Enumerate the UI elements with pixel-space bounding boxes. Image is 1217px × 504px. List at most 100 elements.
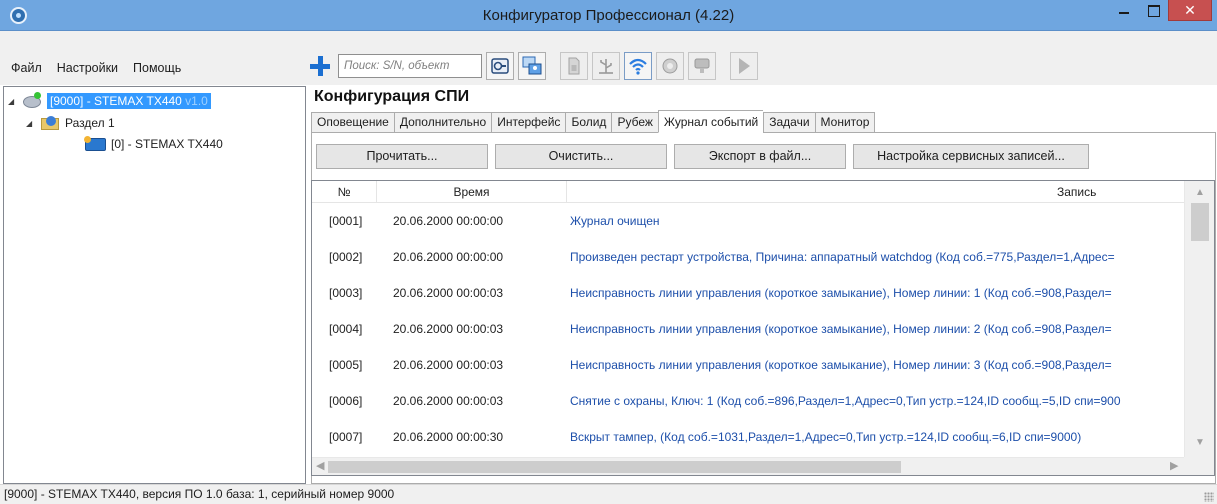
menu-bar: Файл Настройки Помощь bbox=[8, 59, 184, 77]
connect-users-icon bbox=[522, 56, 542, 75]
status-text: [9000] - STEMAX TX440, версия ПО 1.0 баз… bbox=[4, 487, 395, 501]
menu-help[interactable]: Помощь bbox=[130, 59, 184, 77]
run-button[interactable] bbox=[730, 52, 758, 80]
table-row[interactable]: [0001] 20.06.2000 00:00:00 Журнал очищен bbox=[312, 203, 1184, 239]
cell-time: 20.06.2000 00:00:30 bbox=[393, 430, 504, 444]
cell-number: [0006] bbox=[329, 394, 363, 408]
play-icon bbox=[739, 58, 750, 74]
tree-item-label: Раздел 1 bbox=[65, 116, 115, 130]
read-button[interactable]: Прочитать... bbox=[316, 144, 488, 169]
tab-monitor[interactable]: Монитор bbox=[814, 112, 876, 133]
table-body: [0001] 20.06.2000 00:00:00 Журнал очищен… bbox=[312, 203, 1184, 455]
close-icon: ✕ bbox=[1184, 2, 1196, 18]
wifi-button[interactable] bbox=[624, 52, 652, 80]
menu-toolbar-area: Файл Настройки Помощь bbox=[0, 31, 1217, 85]
cell-record: Снятие с охраны, Ключ: 1 (Код соб.=896,Р… bbox=[570, 394, 1121, 408]
column-number[interactable]: № bbox=[312, 181, 377, 203]
search-input[interactable] bbox=[338, 54, 482, 78]
horizontal-scroll-thumb[interactable] bbox=[328, 461, 901, 473]
tab-notification[interactable]: Оповещение bbox=[311, 112, 394, 133]
tab-bolid[interactable]: Болид bbox=[565, 112, 612, 133]
connect-users-button[interactable] bbox=[518, 52, 546, 80]
cell-time: 20.06.2000 00:00:03 bbox=[393, 322, 504, 336]
scroll-down-icon[interactable]: ▼ bbox=[1195, 437, 1205, 448]
vertical-scroll-thumb[interactable] bbox=[1191, 203, 1209, 241]
cell-time: 20.06.2000 00:00:03 bbox=[393, 286, 504, 300]
table-row[interactable]: [0006] 20.06.2000 00:00:03 Снятие с охра… bbox=[312, 383, 1184, 419]
add-device-button[interactable] bbox=[306, 52, 334, 80]
sim-card-button[interactable] bbox=[560, 52, 588, 80]
clear-button[interactable]: Очистить... bbox=[495, 144, 667, 169]
find-device-icon bbox=[491, 58, 509, 74]
vertical-scrollbar[interactable]: ▲ ▼ bbox=[1184, 181, 1214, 457]
cell-time: 20.06.2000 00:00:03 bbox=[393, 358, 504, 372]
scroll-left-icon[interactable]: ◀ bbox=[316, 459, 324, 472]
usb-icon bbox=[599, 59, 613, 74]
tab-rubezh[interactable]: Рубеж bbox=[611, 112, 658, 133]
gsm-button[interactable] bbox=[688, 52, 716, 80]
cell-record: Неисправность линии управления (короткое… bbox=[570, 322, 1112, 336]
table-row[interactable]: [0007] 20.06.2000 00:00:30 Вскрыт тампер… bbox=[312, 419, 1184, 455]
cell-record: Произведен рестарт устройства, Причина: … bbox=[570, 250, 1115, 264]
table-header: № Время Запись bbox=[312, 181, 1192, 203]
sim-card-icon bbox=[568, 57, 580, 75]
usb-button[interactable] bbox=[592, 52, 620, 80]
table-row[interactable]: [0005] 20.06.2000 00:00:03 Неисправность… bbox=[312, 347, 1184, 383]
column-time[interactable]: Время bbox=[377, 181, 567, 203]
export-button[interactable]: Экспорт в файл... bbox=[674, 144, 846, 169]
window-title: Конфигуратор Профессионал (4.22) bbox=[482, 7, 735, 24]
device-card-icon bbox=[84, 136, 108, 152]
cell-time: 20.06.2000 00:00:00 bbox=[393, 250, 504, 264]
ethernet-button[interactable] bbox=[656, 52, 684, 80]
section-folder-icon bbox=[40, 115, 62, 131]
scroll-corner bbox=[1184, 457, 1214, 475]
table-row[interactable]: [0002] 20.06.2000 00:00:00 Произведен ре… bbox=[312, 239, 1184, 275]
table-row[interactable]: [0003] 20.06.2000 00:00:03 Неисправность… bbox=[312, 275, 1184, 311]
gsm-icon bbox=[694, 58, 710, 73]
tab-additional[interactable]: Дополнительно bbox=[393, 112, 492, 133]
scroll-right-icon[interactable]: ▶ bbox=[1170, 459, 1178, 472]
cell-record: Неисправность линии управления (короткое… bbox=[570, 286, 1112, 300]
expand-icon[interactable]: ◢ bbox=[26, 119, 36, 128]
tree-item-subdevice[interactable]: [0] - STEMAX TX440 bbox=[84, 134, 223, 154]
ethernet-icon bbox=[662, 58, 678, 74]
table-row[interactable]: [0004] 20.06.2000 00:00:03 Неисправность… bbox=[312, 311, 1184, 347]
minimize-button[interactable] bbox=[1110, 0, 1138, 22]
status-bar: [9000] - STEMAX TX440, версия ПО 1.0 баз… bbox=[0, 484, 1217, 504]
tab-interface[interactable]: Интерфейс bbox=[491, 112, 566, 133]
tab-event-log[interactable]: Журнал событий bbox=[657, 110, 764, 133]
cell-time: 20.06.2000 00:00:03 bbox=[393, 394, 504, 408]
cell-record: Неисправность линии управления (короткое… bbox=[570, 358, 1112, 372]
tree-item-label: [9000] - STEMAX TX440 v1.0 bbox=[47, 93, 211, 109]
resize-grip-icon[interactable] bbox=[1204, 492, 1214, 502]
tab-bar: Оповещение Дополнительно Интерфейс Болид… bbox=[311, 110, 876, 133]
close-button[interactable]: ✕ bbox=[1168, 0, 1212, 21]
maximize-button[interactable] bbox=[1139, 0, 1167, 22]
menu-file[interactable]: Файл bbox=[8, 59, 45, 77]
device-icon bbox=[22, 92, 44, 109]
cell-number: [0004] bbox=[329, 322, 363, 336]
event-log-table: № Время Запись [0001] 20.06.2000 00:00:0… bbox=[311, 180, 1215, 476]
column-record[interactable]: Запись bbox=[567, 181, 1195, 203]
title-bar: Конфигуратор Профессионал (4.22) ✕ bbox=[0, 0, 1217, 31]
tree-item-section[interactable]: ◢ Раздел 1 bbox=[26, 113, 115, 133]
tab-tasks[interactable]: Задачи bbox=[763, 112, 815, 133]
scroll-up-icon[interactable]: ▲ bbox=[1195, 187, 1205, 198]
wifi-icon bbox=[629, 58, 647, 75]
device-tree: ◢ [9000] - STEMAX TX440 v1.0 ◢ Раздел 1 … bbox=[3, 86, 306, 484]
cell-number: [0002] bbox=[329, 250, 363, 264]
find-device-button[interactable] bbox=[486, 52, 514, 80]
cell-time: 20.06.2000 00:00:00 bbox=[393, 214, 504, 228]
expand-icon[interactable]: ◢ bbox=[8, 97, 18, 106]
cell-number: [0005] bbox=[329, 358, 363, 372]
cell-number: [0007] bbox=[329, 430, 363, 444]
menu-settings[interactable]: Настройки bbox=[54, 59, 121, 77]
horizontal-scrollbar[interactable]: ◀ ▶ bbox=[312, 457, 1184, 475]
tree-item-device[interactable]: ◢ [9000] - STEMAX TX440 v1.0 bbox=[8, 91, 211, 111]
cell-record: Журнал очищен bbox=[570, 214, 660, 228]
service-records-button[interactable]: Настройка сервисных записей... bbox=[853, 144, 1089, 169]
tree-item-label: [0] - STEMAX TX440 bbox=[111, 137, 223, 151]
cell-number: [0001] bbox=[329, 214, 363, 228]
cell-record: Вскрыт тампер, (Код соб.=1031,Раздел=1,А… bbox=[570, 430, 1082, 444]
toolbar bbox=[306, 51, 758, 81]
